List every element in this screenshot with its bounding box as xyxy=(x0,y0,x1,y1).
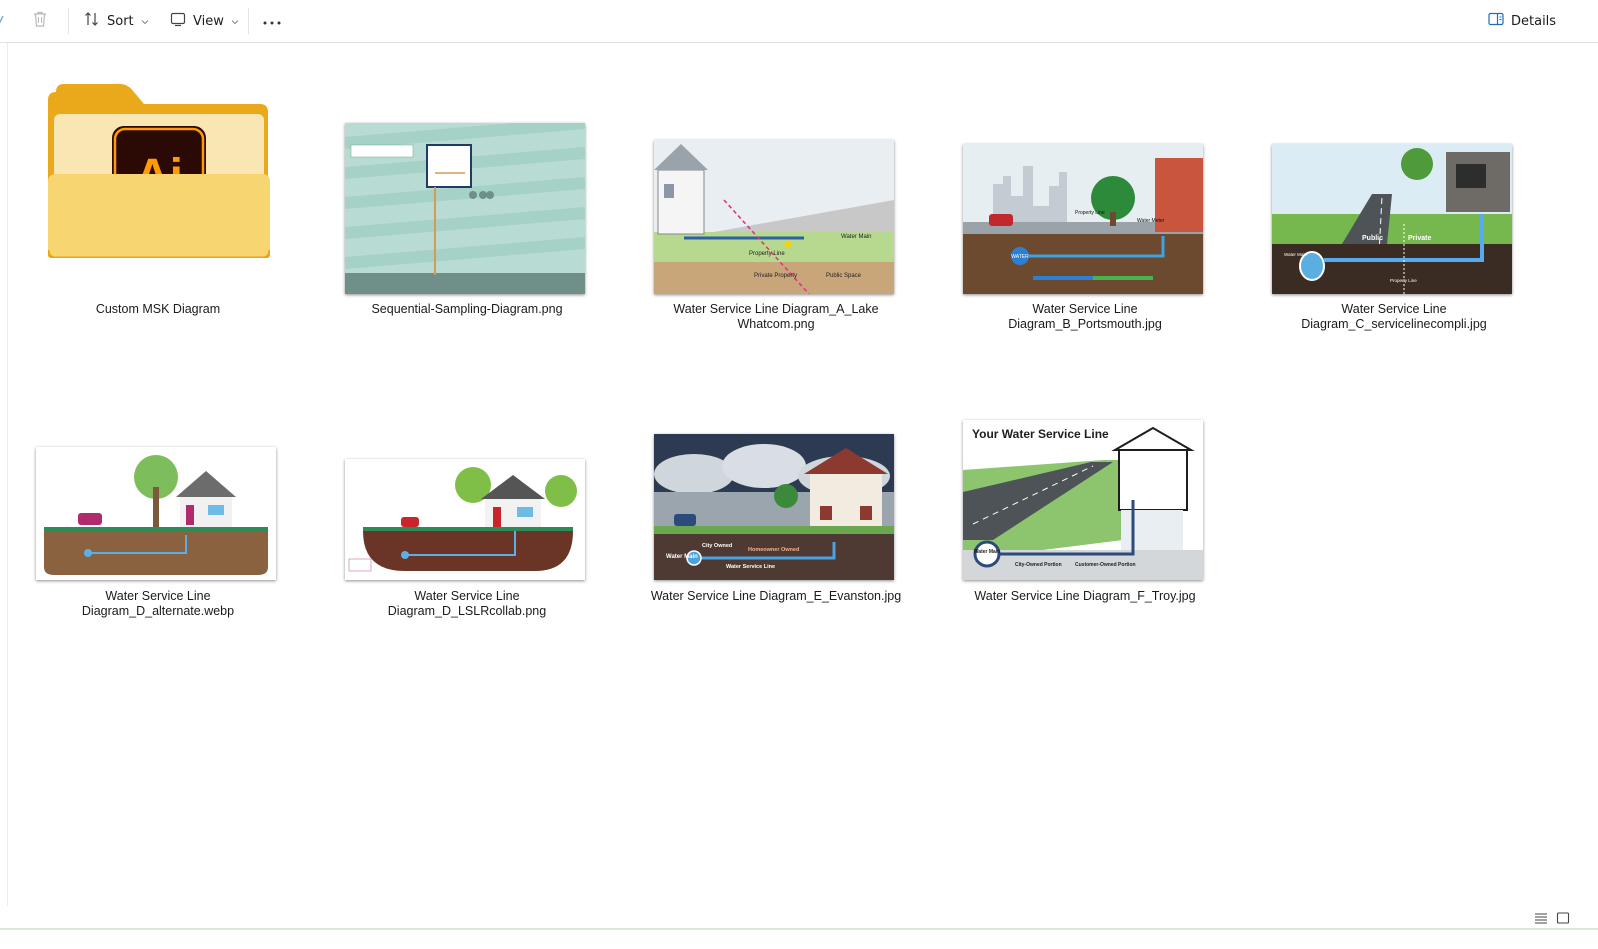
customer-owned-label: Customer-Owned Portion xyxy=(1075,562,1136,568)
item-name: Water Service Line Diagram_D_alternate.w… xyxy=(81,589,235,618)
view-label: View xyxy=(193,13,224,29)
delete-button[interactable] xyxy=(32,0,54,42)
item-name: Water Service Line Diagram_A_Lake Whatco… xyxy=(673,302,879,331)
chevron-down-icon xyxy=(231,14,239,29)
thumbnail-image: Water Main City Owned Homeowner Owned Wa… xyxy=(654,434,894,580)
file-item[interactable]: Property Line Water Main Private Propert… xyxy=(646,78,906,343)
see-more-button[interactable] xyxy=(263,0,281,42)
details-pane-icon xyxy=(1488,12,1504,30)
item-name: Custom MSK Diagram xyxy=(95,302,221,316)
item-name: Water Service Line Diagram_D_LSLRcollab.… xyxy=(387,589,547,618)
thumbnail-image: Property Line Water Main Private Propert… xyxy=(654,140,894,294)
property-line-label: Property Line xyxy=(749,251,785,257)
file-item[interactable]: Your Water Service Line Water Main City-… xyxy=(955,365,1215,615)
view-switcher xyxy=(1534,909,1570,928)
thumbnail-image: WATER Water Meter Property Line xyxy=(963,144,1203,294)
sort-button[interactable]: Sort xyxy=(84,0,149,42)
details-label: Details xyxy=(1511,13,1557,29)
thumbnail-image xyxy=(36,447,276,580)
file-view: Ai Custom MSK Diagram Sequential-Sampl xyxy=(7,43,1598,906)
item-name: Sequential-Sampling-Diagram.png xyxy=(371,302,563,316)
item-name: Water Service Line Diagram_F_Troy.jpg xyxy=(974,589,1196,603)
public-label: Public xyxy=(1362,235,1383,242)
water-meter-label: Water Meter xyxy=(1137,218,1165,224)
private-label: Private xyxy=(1408,235,1431,242)
water-main-label: Water Main xyxy=(666,554,698,560)
more-icon xyxy=(263,14,281,29)
thumbnail-image: Public Private Water Main Property Line xyxy=(1272,144,1512,294)
city-owned-label: City Owned xyxy=(702,543,732,549)
toolbar-separator xyxy=(248,8,249,34)
folder-icon: Ai xyxy=(46,84,272,260)
view-button[interactable]: View xyxy=(170,0,239,42)
file-item[interactable]: WATER Water Meter Property Line Water Se… xyxy=(955,78,1215,331)
view-icon xyxy=(170,11,186,31)
file-item[interactable]: Water Main City Owned Homeowner Owned Wa… xyxy=(646,365,906,615)
sort-label: Sort xyxy=(107,13,134,29)
city-owned-label: City-Owned Portion xyxy=(1015,562,1062,568)
water-main-label: Water Main xyxy=(1284,252,1307,257)
private-property-label: Private Property xyxy=(754,273,797,279)
file-item[interactable]: Public Private Water Main Property Line … xyxy=(1264,78,1524,343)
file-item[interactable]: Sequential-Sampling-Diagram.png xyxy=(337,78,597,328)
thumbnail-image: Your Water Service Line Water Main City-… xyxy=(963,420,1203,580)
file-item[interactable]: Water Service Line Diagram_D_LSLRcollab.… xyxy=(337,365,597,618)
thumbnail-image xyxy=(345,459,585,580)
large-icons-view-icon[interactable] xyxy=(1556,909,1570,928)
water-main-label: Water Main xyxy=(974,549,1000,555)
trash-icon xyxy=(32,10,48,32)
command-bar: Sort View Details xyxy=(0,0,1598,43)
water-main-label: Water Main xyxy=(841,234,871,240)
homeowner-owned-label: Homeowner Owned xyxy=(748,547,799,553)
details-button[interactable]: Details xyxy=(1488,0,1556,42)
item-name: Water Service Line Diagram_B_Portsmouth.… xyxy=(1008,302,1162,331)
chevron-down-icon xyxy=(141,14,149,29)
water-service-line-label: Water Service Line xyxy=(726,564,775,570)
water-badge-label: WATER xyxy=(1011,254,1029,260)
thumbnail-image xyxy=(345,123,585,294)
folder-item[interactable]: Ai Custom MSK Diagram xyxy=(28,78,288,328)
public-space-label: Public Space xyxy=(826,273,862,279)
window-bottom-border xyxy=(0,928,1598,930)
property-line-label: Property Line xyxy=(1075,210,1105,216)
sort-icon xyxy=(84,11,100,31)
rename-icon[interactable] xyxy=(0,12,4,30)
item-name: Water Service Line Diagram_C_serviceline… xyxy=(1301,302,1487,331)
troy-title: Your Water Service Line xyxy=(972,427,1109,441)
file-item[interactable]: Water Service Line Diagram_D_alternate.w… xyxy=(28,365,288,618)
item-name: Water Service Line Diagram_E_Evanston.jp… xyxy=(650,589,902,603)
details-view-icon[interactable] xyxy=(1534,909,1548,928)
toolbar-separator xyxy=(68,8,69,34)
